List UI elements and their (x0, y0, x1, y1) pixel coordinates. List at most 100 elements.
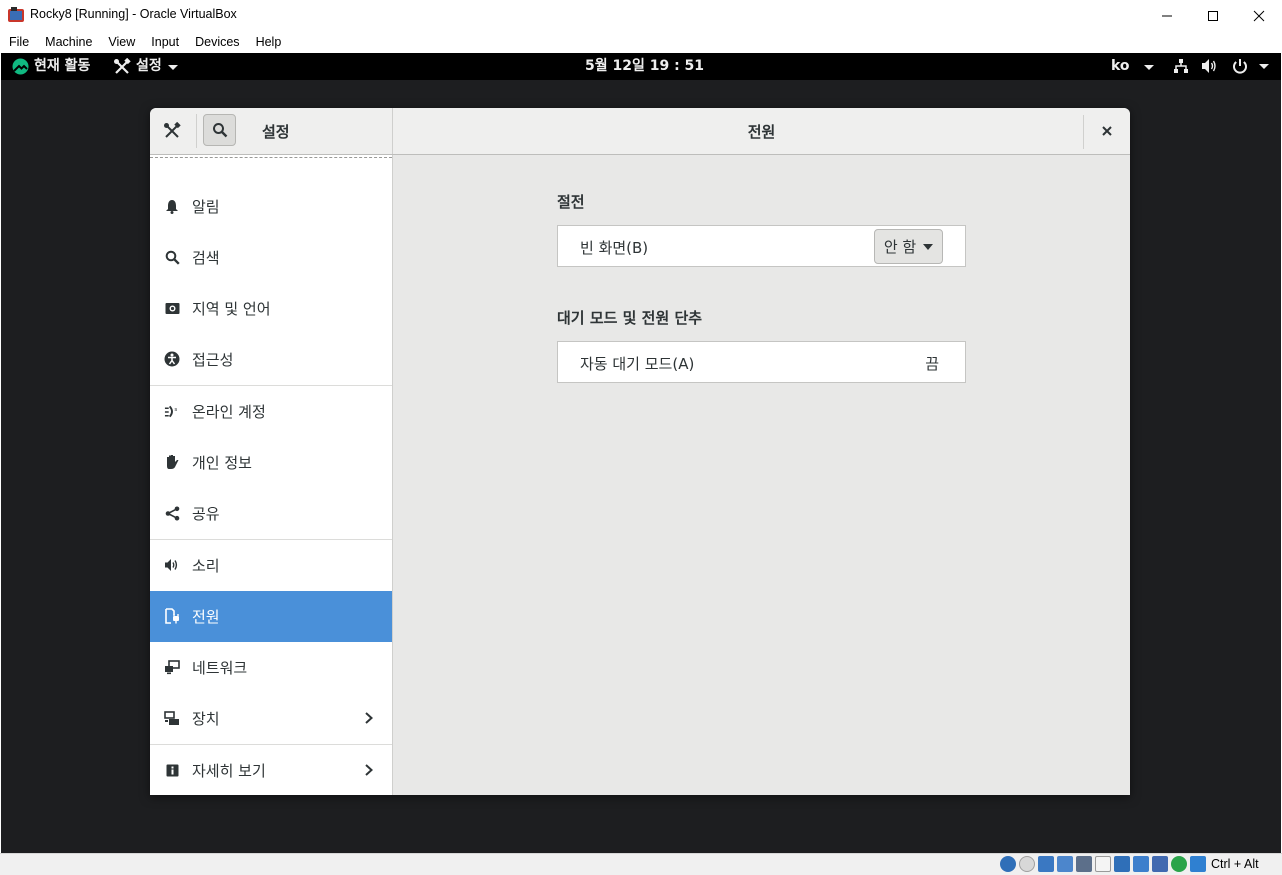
menu-machine[interactable]: Machine (37, 31, 100, 53)
maximize-button[interactable] (1190, 0, 1236, 31)
search-button[interactable] (203, 114, 236, 146)
sidebar-item-privacy[interactable]: 개인 정보 (150, 437, 392, 488)
virtualization-icon[interactable] (1152, 856, 1168, 872)
gnome-top-bar: 현재 활동 설정 5월 12일 19 : 51 ko (1, 53, 1281, 80)
dropdown-arrow-icon (1143, 64, 1154, 70)
vbox-status-bar: Ctrl + Alt (0, 853, 1282, 875)
blank-screen-label: 빈 화면(B) (580, 239, 649, 257)
sidebar-item-label: 소리 (192, 557, 220, 575)
sidebar-item-label: 알림 (192, 198, 220, 216)
region-icon (164, 300, 180, 316)
sidebar-item-notifications[interactable]: 알림 (150, 181, 392, 232)
suspend-power-button-heading: 대기 모드 및 전원 단추 (557, 309, 703, 327)
minimize-button[interactable] (1144, 0, 1190, 31)
close-icon (1102, 126, 1112, 136)
sidebar-item-label: 자세히 보기 (192, 762, 266, 780)
sidebar-item-label: 지역 및 언어 (192, 300, 271, 318)
svg-text:s: s (174, 407, 177, 413)
sidebar-item-sharing[interactable]: 공유 (150, 488, 392, 539)
sidebar-item-region-language[interactable]: 지역 및 언어 (150, 283, 392, 334)
sidebar-item-online-accounts[interactable]: s 온라인 계정 (150, 386, 392, 437)
blank-screen-value: 안 함 (883, 238, 917, 256)
shared-folders-icon[interactable] (1095, 856, 1111, 872)
scroll-edge-indicator (150, 157, 392, 158)
settings-tools-button (158, 117, 186, 145)
sidebar-item-network[interactable]: 네트워크 (150, 642, 392, 693)
dropdown-arrow-icon (1259, 64, 1269, 69)
network-icon (164, 659, 180, 675)
menu-view[interactable]: View (100, 31, 143, 53)
power-plug-icon (164, 608, 180, 624)
virtualbox-app-icon (8, 7, 24, 23)
sidebar-item-devices[interactable]: 장치 (150, 693, 392, 744)
devices-icon (164, 710, 180, 726)
share-icon (164, 505, 180, 521)
vm-display[interactable]: 현재 활동 설정 5월 12일 19 : 51 ko 설정 전원 알림 검색 지… (1, 53, 1281, 853)
sidebar-item-label: 온라인 계정 (192, 403, 266, 421)
sidebar-item-label: 장치 (192, 710, 220, 728)
vbox-menu-bar: File Machine View Input Devices Help (0, 31, 1282, 53)
input-language-menu[interactable]: ko (1111, 57, 1155, 76)
sidebar-item-label: 접근성 (192, 351, 234, 369)
settings-title: 설정 (262, 123, 290, 141)
power-saving-heading: 절전 (557, 193, 585, 211)
system-menu[interactable] (1173, 58, 1270, 74)
menu-help[interactable]: Help (248, 31, 290, 53)
auto-suspend-row[interactable]: 자동 대기 모드(A) 끔 (557, 341, 966, 383)
sidebar-item-label: 공유 (192, 505, 220, 523)
tools-icon (114, 57, 131, 74)
accessibility-icon (164, 351, 180, 367)
app-menu-button[interactable]: 설정 (113, 57, 179, 76)
sidebar-item-label: 전원 (192, 608, 220, 626)
sidebar-item-accessibility[interactable]: 접근성 (150, 334, 392, 385)
blank-screen-dropdown[interactable]: 안 함 (874, 229, 943, 264)
activities-label: 현재 활동 (34, 58, 91, 74)
chevron-right-icon (365, 764, 373, 776)
auto-suspend-label: 자동 대기 모드(A) (580, 355, 695, 373)
online-accounts-icon: s (164, 403, 180, 419)
activities-button[interactable]: 현재 활동 (12, 57, 90, 76)
optical-drive-icon[interactable] (1019, 856, 1035, 872)
input-language-label: ko (1111, 58, 1130, 74)
display-icon[interactable] (1114, 856, 1130, 872)
audio-icon[interactable] (1038, 856, 1054, 872)
sidebar-item-label: 검색 (192, 249, 220, 267)
speaker-icon (164, 557, 180, 573)
sidebar-item-label: 개인 정보 (192, 454, 252, 472)
settings-window: 설정 전원 배경 (150, 108, 1130, 795)
close-button[interactable] (1094, 120, 1120, 142)
window-title: Rocky8 [Running] - Oracle VirtualBox (30, 7, 237, 21)
menu-file[interactable]: File (0, 31, 37, 53)
power-icon (1233, 59, 1247, 74)
window-title-bar[interactable]: Rocky8 [Running] - Oracle VirtualBox (0, 0, 1282, 31)
privacy-hand-icon (164, 454, 180, 470)
sidebar-item-power[interactable]: 전원 (150, 591, 392, 642)
panel-title: 전원 (747, 123, 776, 141)
guest-additions-icon[interactable] (1171, 856, 1187, 872)
volume-icon (1202, 59, 1216, 73)
chevron-right-icon (365, 712, 373, 724)
usb-icon[interactable] (1076, 856, 1092, 872)
rocky-logo-icon (12, 58, 29, 75)
power-panel: 절전 빈 화면(B) 안 함 대기 모드 및 전원 단추 자동 대기 모드(A)… (393, 155, 1130, 795)
close-window-button[interactable] (1236, 0, 1282, 31)
info-icon (164, 762, 180, 778)
header-separator (196, 114, 197, 148)
network-wired-icon (1174, 59, 1188, 73)
mouse-integration-icon[interactable] (1190, 856, 1206, 872)
header-separator (1083, 115, 1084, 149)
hard-disk-icon[interactable] (1000, 856, 1016, 872)
menu-input[interactable]: Input (143, 31, 187, 53)
menu-devices[interactable]: Devices (187, 31, 247, 53)
network-adapter-icon[interactable] (1057, 856, 1073, 872)
clock[interactable]: 5월 12일 19 : 51 (585, 57, 704, 76)
sidebar-item-sound[interactable]: 소리 (150, 540, 392, 591)
search-icon (212, 123, 227, 138)
sidebar-item-search[interactable]: 검색 (150, 232, 392, 283)
host-key-label: Ctrl + Alt (1211, 857, 1259, 871)
recording-icon[interactable] (1133, 856, 1149, 872)
bell-icon (164, 198, 180, 214)
dropdown-arrow-icon (923, 243, 934, 250)
sidebar-item-details[interactable]: 자세히 보기 (150, 745, 392, 795)
settings-sidebar[interactable]: 배경 알림 검색 지역 및 언어 (150, 155, 393, 795)
